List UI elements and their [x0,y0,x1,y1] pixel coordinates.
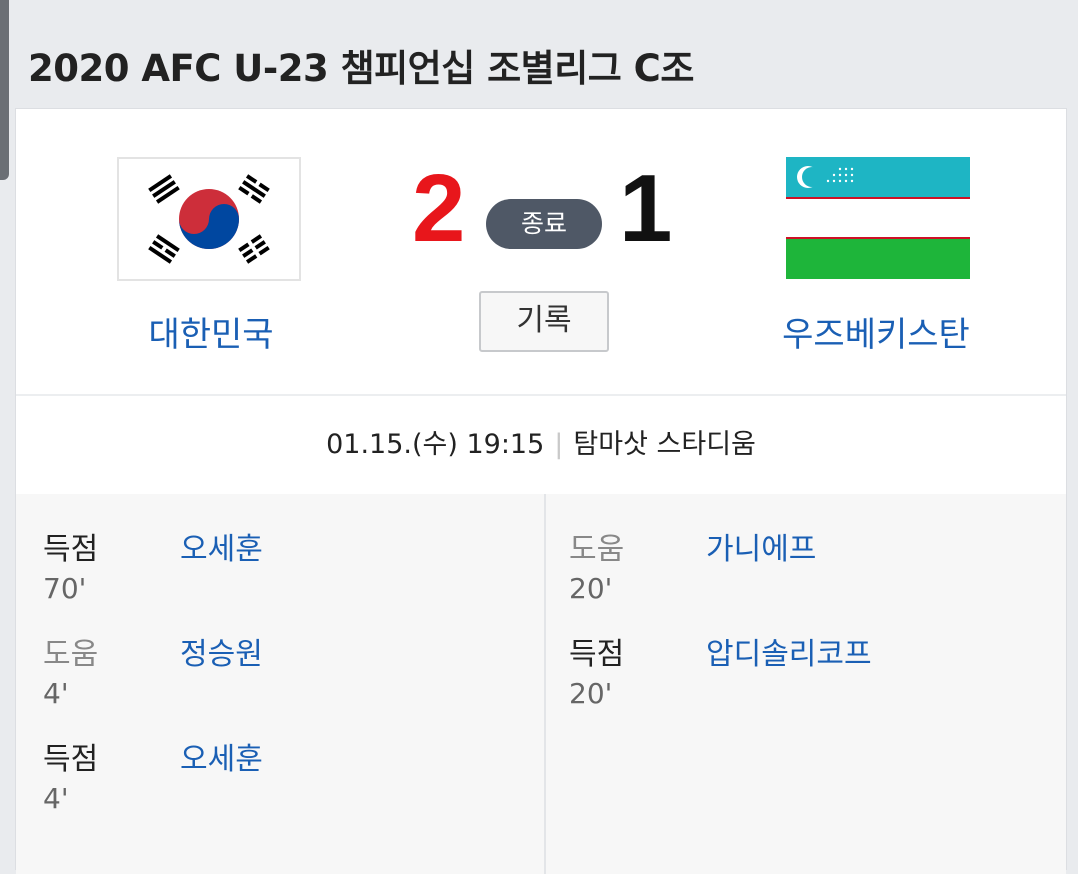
event-player-link[interactable]: 오세훈 [180,524,263,568]
event-minute: 20' [569,677,613,710]
home-team-link[interactable]: 대한민국 [111,307,311,356]
match-datetime: 01.15.(수) 19:15 [326,429,545,460]
event-item: 득점 오세훈 4' [43,734,523,834]
match-events: 득점 오세훈 70' 도움 정승원 4' 득점 오세훈 4' 도움 가니에프 2… [16,494,1066,874]
match-status-badge: 종료 [486,199,602,249]
event-player-link[interactable]: 정승원 [180,629,263,673]
column-divider [544,494,546,874]
away-score: 1 [619,155,673,262]
event-type: 도움 [569,532,625,567]
south-korea-flag-icon [117,157,301,281]
event-minute: 70' [43,572,87,605]
uzbekistan-flag-icon [786,157,970,279]
side-drawer-handle[interactable] [0,0,9,180]
event-type: 득점 [43,532,99,567]
match-venue: 탐마삿 스타디움 [573,429,756,460]
match-info: 01.15.(수) 19:15 | 탐마삿 스타디움 [16,396,1066,494]
event-type: 득점 [43,742,99,777]
match-card: 대한민국 우즈베키스탄 2 종료 1 기록 01.15.(수) 19:15 | 탐마… [15,108,1067,874]
event-minute: 20' [569,572,613,605]
event-type: 득점 [569,637,625,672]
event-player-link[interactable]: 가니에프 [706,524,816,568]
event-item: 도움 정승원 4' [43,629,523,729]
event-item: 득점 오세훈 70' [43,524,523,624]
event-player-link[interactable]: 압디솔리코프 [706,629,872,673]
event-item: 도움 가니에프 20' [569,524,1049,624]
page-title: 2020 AFC U-23 챔피언십 조별리그 C조 [28,47,694,90]
away-team-link[interactable]: 우즈베키스탄 [746,307,1006,356]
record-button[interactable]: 기록 [479,291,609,352]
event-item: 득점 압디솔리코프 20' [569,629,1049,729]
event-type: 도움 [43,637,99,672]
scoreboard: 대한민국 우즈베키스탄 2 종료 1 기록 [16,109,1066,394]
event-minute: 4' [43,677,69,710]
event-player-link[interactable]: 오세훈 [180,734,263,778]
event-minute: 4' [43,782,69,815]
home-score: 2 [412,155,466,262]
separator: | [554,429,564,460]
